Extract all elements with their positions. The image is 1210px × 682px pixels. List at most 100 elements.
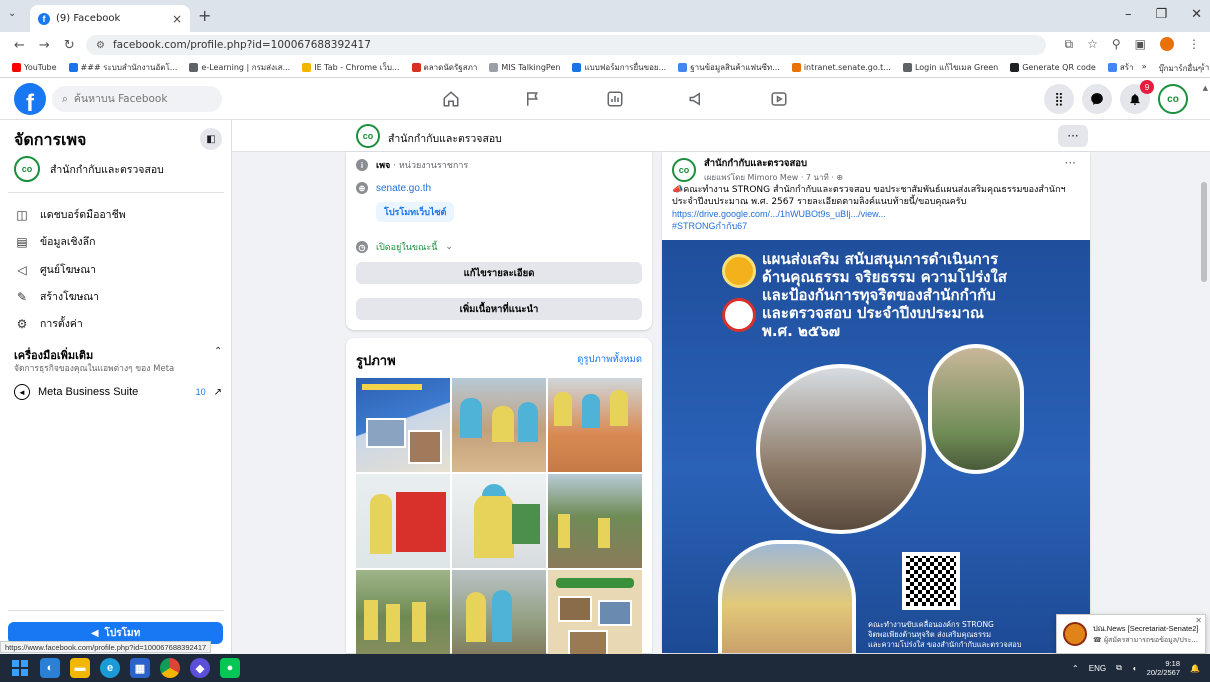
sidebar-item-dashboard[interactable]: ◫ แดชบอร์ดมืออาชีพ	[14, 206, 125, 223]
facebook-search-input[interactable]	[73, 93, 204, 105]
photo-thumbnail[interactable]	[548, 474, 642, 568]
account-avatar[interactable]: co	[1158, 84, 1188, 114]
sidebar-page-switcher[interactable]: co สำนักกำกับและตรวจสอบ	[14, 156, 164, 182]
vpn-app-icon[interactable]: ◆	[190, 658, 210, 678]
bookmark-item[interactable]: intranet.senate.go.t...	[791, 63, 891, 72]
photo-thumbnail[interactable]	[356, 474, 450, 568]
nav-ads-megaphone-icon[interactable]	[656, 78, 738, 120]
tray-chevron-up-icon[interactable]: ⌃	[1072, 664, 1079, 673]
bookmark-item[interactable]: e-Learning | กรมส่งเส...	[189, 61, 290, 74]
close-window-icon[interactable]: ✕	[1191, 7, 1202, 22]
notifications-bell-icon[interactable]: 9	[1120, 80, 1154, 114]
post-author-name[interactable]: สำนักกำกับและตรวจสอบ	[704, 156, 843, 171]
sidebar-item-create-ad[interactable]: ✎ สร้างโฆษณา	[14, 288, 99, 305]
photo-thumbnail[interactable]	[548, 570, 642, 664]
back-icon[interactable]: ←	[14, 38, 25, 53]
nav-dashboard-icon[interactable]	[574, 78, 656, 120]
tab-search-icon[interactable]: ⌄	[8, 8, 16, 19]
url-field[interactable]: ⚙ facebook.com/profile.php?id=1000676883…	[86, 35, 1046, 55]
bookmark-item[interactable]: YouTube	[12, 63, 57, 72]
bookmark-item[interactable]: Login แก้ไขเมล Green	[902, 61, 998, 74]
edit-details-button[interactable]: แก้ไขรายละเอียด	[356, 262, 642, 284]
scrollbar-thumb[interactable]	[1201, 182, 1207, 282]
post-poster-image[interactable]: แผนส่งเสริม สนับสนุนการดำเนินการ ด้านคุณ…	[662, 240, 1090, 653]
post-more-options-icon[interactable]: ···	[1065, 156, 1076, 170]
line-app-icon[interactable]: ●	[220, 658, 240, 678]
input-language[interactable]: ENG	[1089, 664, 1106, 673]
browser-menu-icon[interactable]: ⋮	[1188, 37, 1200, 52]
megaphone-icon: ◁	[17, 262, 27, 277]
facebook-search[interactable]: ⌕	[52, 86, 222, 112]
photo-thumbnail[interactable]	[452, 570, 546, 664]
messenger-icon[interactable]	[1082, 84, 1112, 114]
network-icon[interactable]: ⧉	[1116, 663, 1122, 673]
bookmarks-more-button[interactable]: »	[1142, 62, 1147, 75]
restore-icon[interactable]: ❐	[1155, 7, 1167, 22]
translate-icon[interactable]: ⧉	[1065, 37, 1074, 52]
menu-grid-icon[interactable]: ⣿	[1044, 84, 1074, 114]
other-bookmarks-folder[interactable]: บุ๊กมาร์กอื่นๆ	[1159, 62, 1202, 75]
page-more-options-button[interactable]: ···	[1058, 125, 1088, 147]
profile-avatar-icon[interactable]	[1160, 37, 1174, 51]
photo-thumbnail[interactable]	[452, 474, 546, 568]
see-all-photos-link[interactable]: ดูรูปภาพทั้งหมด	[577, 352, 642, 367]
post-author-avatar[interactable]: co	[672, 158, 696, 182]
category-value: · หน่วยงานราชการ	[390, 161, 469, 171]
photo-thumbnail[interactable]	[548, 378, 642, 472]
minimize-icon[interactable]: –	[1125, 7, 1132, 22]
reload-icon[interactable]: ↻	[64, 38, 75, 53]
volume-icon[interactable]: ◖	[1132, 664, 1137, 673]
nav-video-icon[interactable]	[738, 78, 820, 120]
file-explorer-icon[interactable]: ▬	[70, 658, 90, 678]
facebook-logo-icon[interactable]: f	[14, 83, 46, 115]
bookmark-star-icon[interactable]: ☆	[1087, 37, 1098, 52]
add-featured-button[interactable]: เพิ่มเนื้อหาที่แนะนำ	[356, 298, 642, 320]
extensions-icon[interactable]: ⚲	[1112, 37, 1121, 52]
nav-pages-flag-icon[interactable]	[492, 78, 574, 120]
bookmark-item[interactable]: ### ระบบสำนักงานอัตโ...	[68, 61, 178, 74]
page-scrollbar[interactable]	[1198, 152, 1210, 653]
bookmark-item[interactable]: แบบฟอร์มการยื่นขอย...	[572, 61, 666, 74]
store-icon[interactable]: ▦	[130, 658, 150, 678]
photo-thumbnail[interactable]	[356, 378, 450, 472]
new-tab-icon[interactable]: +	[198, 6, 211, 25]
bookmark-item[interactable]: Generate QR code	[1010, 63, 1096, 72]
page-logo-icon[interactable]: co	[356, 124, 380, 148]
sidebar-divider	[8, 610, 224, 611]
chevron-up-icon[interactable]: ⌃	[214, 346, 222, 357]
photo-thumbnail[interactable]	[452, 378, 546, 472]
notification-center-icon[interactable]: 🔔	[1190, 664, 1200, 673]
edge-browser-icon[interactable]: e	[100, 658, 120, 678]
chrome-icon[interactable]	[160, 658, 180, 678]
sidebar-item-ad-center[interactable]: ◁ ศูนย์โฆษณา	[14, 261, 96, 278]
toast-close-icon[interactable]: ✕	[1195, 616, 1202, 625]
qr-code-icon	[902, 552, 960, 610]
intro-hours-row[interactable]: ◷ เปิดอยู่ในขณะนี้ ⌄	[356, 240, 453, 254]
site-info-icon[interactable]: ⚙	[96, 40, 105, 51]
widgets-icon[interactable]: ◐	[40, 658, 60, 678]
sidebar-item-meta-business-suite[interactable]: ◄ Meta Business Suite 10 ↗	[14, 384, 222, 400]
bookmark-item[interactable]: ตลาดนัดรัฐสภา	[411, 61, 477, 74]
bookmark-label: intranet.senate.go.t...	[803, 63, 891, 72]
bookmark-item[interactable]: MIS TalkingPen	[489, 63, 560, 72]
forward-icon[interactable]: →	[39, 38, 50, 53]
nav-home-icon[interactable]	[410, 78, 492, 120]
sidebar-item-settings[interactable]: ⚙ การตั้งค่า	[14, 315, 83, 332]
post-hashtag[interactable]: #STRONGกำกับ67	[672, 220, 1082, 232]
website-link[interactable]: senate.go.th	[376, 183, 431, 194]
photo-thumbnail[interactable]	[356, 570, 450, 664]
taskbar-clock[interactable]: 9:18 20/2/2567	[1147, 659, 1180, 677]
bookmark-item[interactable]: ฐานข้อมูลสินค้าแฟนซีท...	[678, 61, 780, 74]
windows-start-icon[interactable]	[10, 658, 30, 678]
bookmark-label: ### ระบบสำนักงานอัตโ...	[80, 63, 178, 72]
promote-website-button[interactable]: โปรโมทเว็บไซต์	[376, 202, 455, 222]
post-drive-link[interactable]: https://drive.google.com/.../1hWUBOt9s_u…	[672, 208, 1082, 220]
scroll-up-arrow-icon[interactable]: ▲	[1203, 84, 1208, 92]
sidebar-item-insights[interactable]: ▤ ข้อมูลเชิงลึก	[14, 233, 95, 250]
browser-tab-facebook[interactable]: f (9) Facebook ×	[30, 5, 190, 32]
bookmark-item[interactable]: IE Tab - Chrome เว็บ...	[302, 61, 400, 74]
sidebar-collapse-icon[interactable]: ◧	[200, 128, 222, 150]
tab-close-icon[interactable]: ×	[172, 12, 182, 26]
desktop-notification-toast[interactable]: ปณ.News [Secretariat-Senate2] ☎ ผู้สมัคร…	[1056, 614, 1206, 654]
sidepanel-icon[interactable]: ▣	[1135, 37, 1146, 52]
